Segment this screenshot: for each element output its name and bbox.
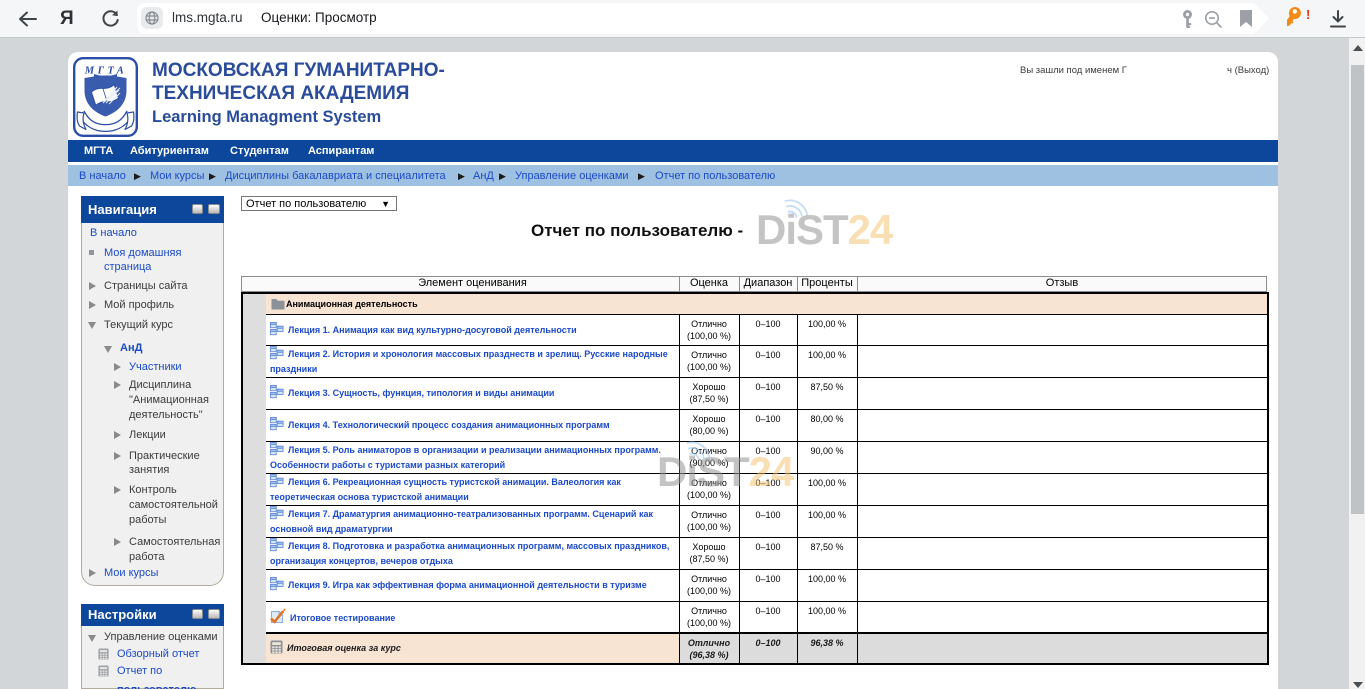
svg-text:!: ! bbox=[1306, 7, 1310, 22]
svg-text:МГТА: МГТА bbox=[84, 66, 127, 77]
